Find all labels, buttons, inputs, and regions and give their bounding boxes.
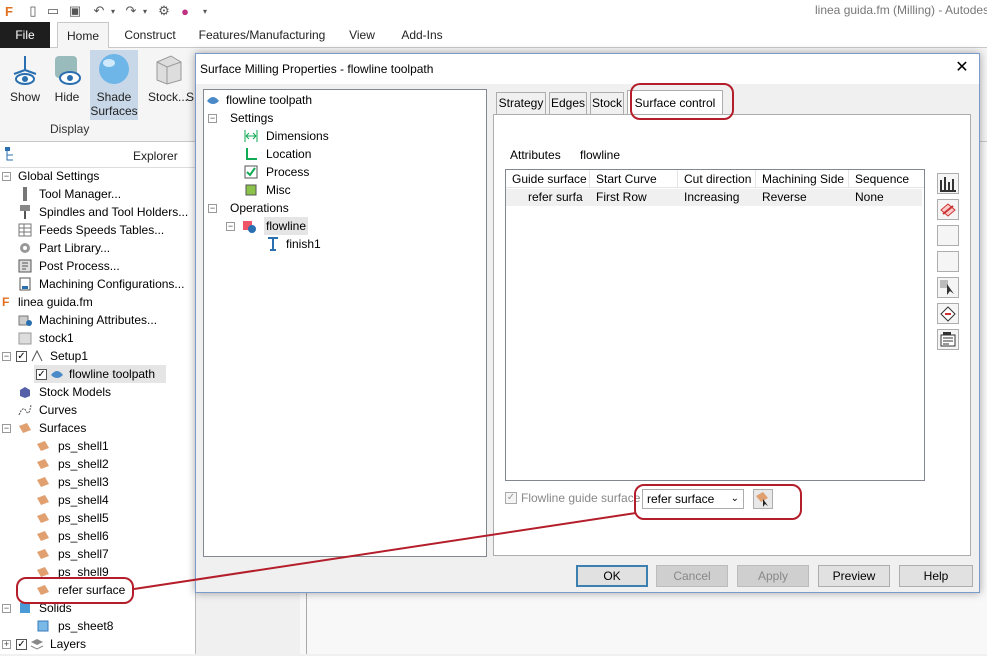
annotation-connector	[133, 512, 637, 590]
